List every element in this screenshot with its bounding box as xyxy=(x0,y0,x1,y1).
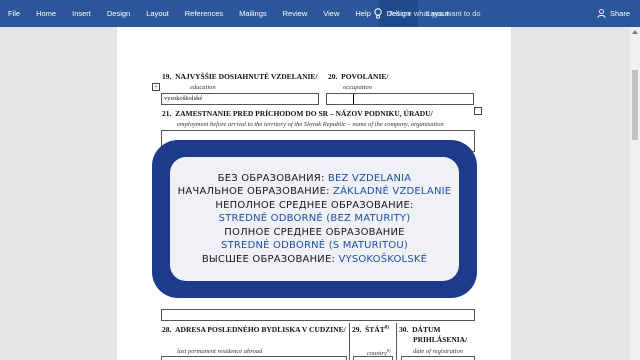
cell-marker-icon xyxy=(474,107,482,115)
share-label[interactable]: Share xyxy=(610,9,630,18)
legend-russian-term: ВЫСШЕЕ ОБРАЗОВАНИЕ: xyxy=(201,253,339,265)
field-20-sub: occupation xyxy=(343,84,372,91)
tab-review[interactable]: Review xyxy=(275,0,316,27)
tell-me-placeholder[interactable]: Tell me what you want to do xyxy=(388,9,481,18)
registration-date-field[interactable] xyxy=(401,356,475,360)
field-20-label: 20. POVOLANIE/ xyxy=(328,72,389,81)
form-field-box[interactable] xyxy=(161,309,475,321)
share-button[interactable]: Share xyxy=(597,0,630,27)
legend-line: ПОЛНОЕ СРЕДНЕЕ ОБРАЗОВАНИЕ xyxy=(224,226,404,239)
legend-russian-term: НЕПОЛНОЕ СРЕДНЕЕ ОБРАЗОВАНИЕ: xyxy=(215,199,414,211)
field-19-label: 19. NAJVYŠŠIE DOSIAHNUTÉ VZDELANIE/ xyxy=(162,72,318,81)
text-cursor xyxy=(353,94,354,104)
legend-slovak-term: ZÁKLADNÉ VZDELANIE xyxy=(333,186,452,198)
field-28-label: 28. ADRESA POSLEDNÉHO BYDLISKA V CUDZINE… xyxy=(162,325,346,334)
legend-line: STREDNÉ ODBORNÉ (S MATURITOU) xyxy=(221,239,408,252)
legend-slovak-term: BEZ VZDELANIA xyxy=(327,173,412,185)
ribbon-bar: File Home Insert Design Layout References Mail… xyxy=(0,0,640,27)
table-move-handle-icon[interactable]: + xyxy=(152,83,160,91)
legend-line: STREDNÉ ODBORNÉ (BEZ MATURITY) xyxy=(219,212,411,225)
tab-mailings[interactable]: Mailings xyxy=(231,0,275,27)
legend-slovak-term: VYSOKOŠKOLSKÉ xyxy=(338,253,428,265)
field-29-label: 29. ŠTÁT8) xyxy=(352,325,389,334)
legend-line: НЕПОЛНОЕ СРЕДНЕЕ ОБРАЗОВАНИЕ: xyxy=(215,199,413,212)
education-field[interactable]: vysokoškolské xyxy=(161,93,319,105)
person-icon xyxy=(597,9,606,18)
field-30-label: 30. DÁTUM xyxy=(399,325,441,334)
education-legend-overlay: БЕЗ ОБРАЗОВАНИЯ: BEZ VZDELANIA НАЧАЛЬНОЕ … xyxy=(152,140,477,298)
country-field[interactable] xyxy=(353,356,393,360)
legend-russian-term: НАЧАЛЬНОЕ ОБРАЗОВАНИЕ: xyxy=(177,186,334,198)
legend-line: БЕЗ ОБРАЗОВАНИЯ: BEZ VZDELANIA xyxy=(218,172,412,185)
scroll-up-arrow-icon[interactable] xyxy=(632,30,638,34)
tab-view[interactable]: View xyxy=(315,0,347,27)
scrollbar-thumb[interactable] xyxy=(632,70,638,140)
field-30-label-line2: PRIHLÁSENIA/ xyxy=(413,335,468,344)
tab-file[interactable]: File xyxy=(0,0,28,27)
legend-slovak-term: STREDNÉ ODBORNÉ (BEZ MATURITY) xyxy=(218,213,411,225)
field-21-label: 21. ZAMESTNANIE PRED PRÍCHODOM DO SR – N… xyxy=(162,109,433,118)
legend-russian-term: ПОЛНОЕ СРЕДНЕЕ ОБРАЗОВАНИЕ xyxy=(224,226,405,238)
lightbulb-icon xyxy=(374,8,382,19)
tab-design[interactable]: Design xyxy=(99,0,138,27)
tab-insert[interactable]: Insert xyxy=(64,0,99,27)
legend-line: ВЫСШЕЕ ОБРАЗОВАНИЕ: VYSOKOŠKOLSKÉ xyxy=(202,253,427,266)
education-legend-panel: БЕЗ ОБРАЗОВАНИЯ: BEZ VZDELANIA НАЧАЛЬНОЕ … xyxy=(170,157,459,281)
tab-references[interactable]: References xyxy=(177,0,231,27)
legend-russian-term: БЕЗ ОБРАЗОВАНИЯ: xyxy=(217,173,328,185)
field-28-sub: last permanent residence abroad xyxy=(177,348,263,355)
occupation-field[interactable] xyxy=(326,93,474,105)
field-30-sub: date of registration xyxy=(413,348,463,355)
legend-line: НАЧАЛЬНОЕ ОБРАЗОВАНИЕ: ZÁKLADNÉ VZDELANI… xyxy=(178,185,452,198)
tell-me-search[interactable]: Tell me what you want to do xyxy=(374,0,481,27)
column-divider xyxy=(349,323,350,360)
field-19-sub: education xyxy=(190,84,216,91)
residence-field[interactable] xyxy=(161,356,347,360)
tab-layout[interactable]: Layout xyxy=(138,0,177,27)
field-21-sub: employment before arrival to the territo… xyxy=(177,121,444,128)
column-divider xyxy=(396,323,397,360)
tab-home[interactable]: Home xyxy=(28,0,64,27)
legend-slovak-term: STREDNÉ ODBORNÉ (S MATURITOU) xyxy=(221,240,408,252)
